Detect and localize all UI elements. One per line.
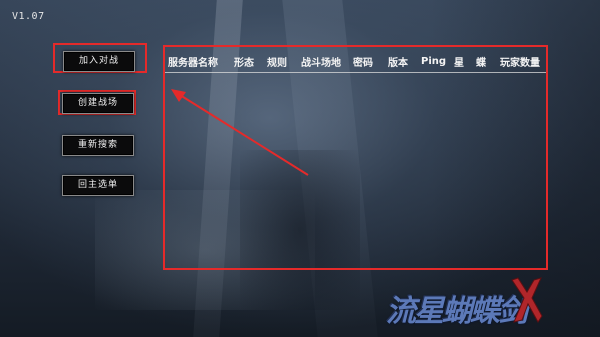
butterfly-x-icon	[511, 277, 543, 323]
logo-text: 流星蝴蝶剑	[386, 294, 528, 329]
game-logo: 流星蝴蝶剑	[380, 277, 550, 329]
